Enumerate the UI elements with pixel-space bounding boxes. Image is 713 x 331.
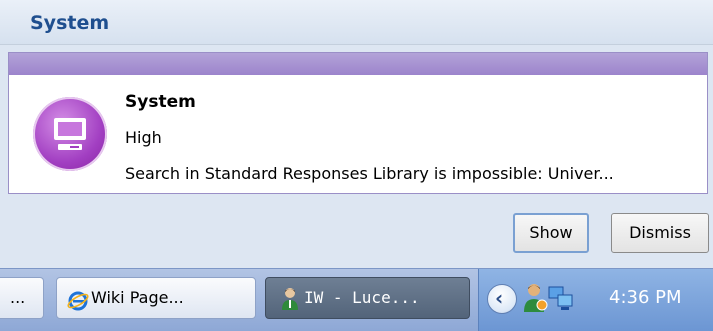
user-agent-icon xyxy=(281,286,299,318)
chevron-left-icon: ‹ xyxy=(495,286,504,310)
alert-message: Search in Standard Responses Library is … xyxy=(125,164,614,183)
dismiss-button[interactable]: Dismiss xyxy=(611,213,709,253)
alert-priority-strip xyxy=(9,53,707,75)
taskbar-item-label: ... xyxy=(10,288,26,307)
alert-priority: High xyxy=(125,128,162,147)
alert-title: System xyxy=(125,92,196,112)
network-icon[interactable] xyxy=(547,283,575,317)
computer-icon xyxy=(33,97,107,171)
taskbar-item-label: Wiki Page... xyxy=(91,288,184,307)
taskbar-item-label: IW - Luce... xyxy=(304,288,420,307)
internet-explorer-icon xyxy=(67,287,89,318)
user-status-icon[interactable] xyxy=(522,283,548,317)
system-tray: ‹ 4:36 PM xyxy=(478,269,713,331)
taskbar-item-truncated[interactable]: ... xyxy=(0,277,44,319)
clock[interactable]: 4:36 PM xyxy=(609,287,682,308)
alert-card[interactable]: System High Search in Standard Responses… xyxy=(8,52,708,194)
show-button[interactable]: Show xyxy=(513,213,589,253)
show-hidden-icons-chevron[interactable]: ‹ xyxy=(487,284,517,314)
taskbar-item-wiki-page[interactable]: Wiki Page... xyxy=(56,277,256,319)
taskbar: ... Wiki Page... IW - Luce... ‹ 4:36 PM xyxy=(0,268,713,331)
taskbar-item-iw-lucene[interactable]: IW - Luce... xyxy=(265,277,470,319)
notification-header: System xyxy=(0,0,713,45)
notification-header-title: System xyxy=(30,12,110,34)
notification-window: System System High Search in Standard Re… xyxy=(0,0,713,268)
